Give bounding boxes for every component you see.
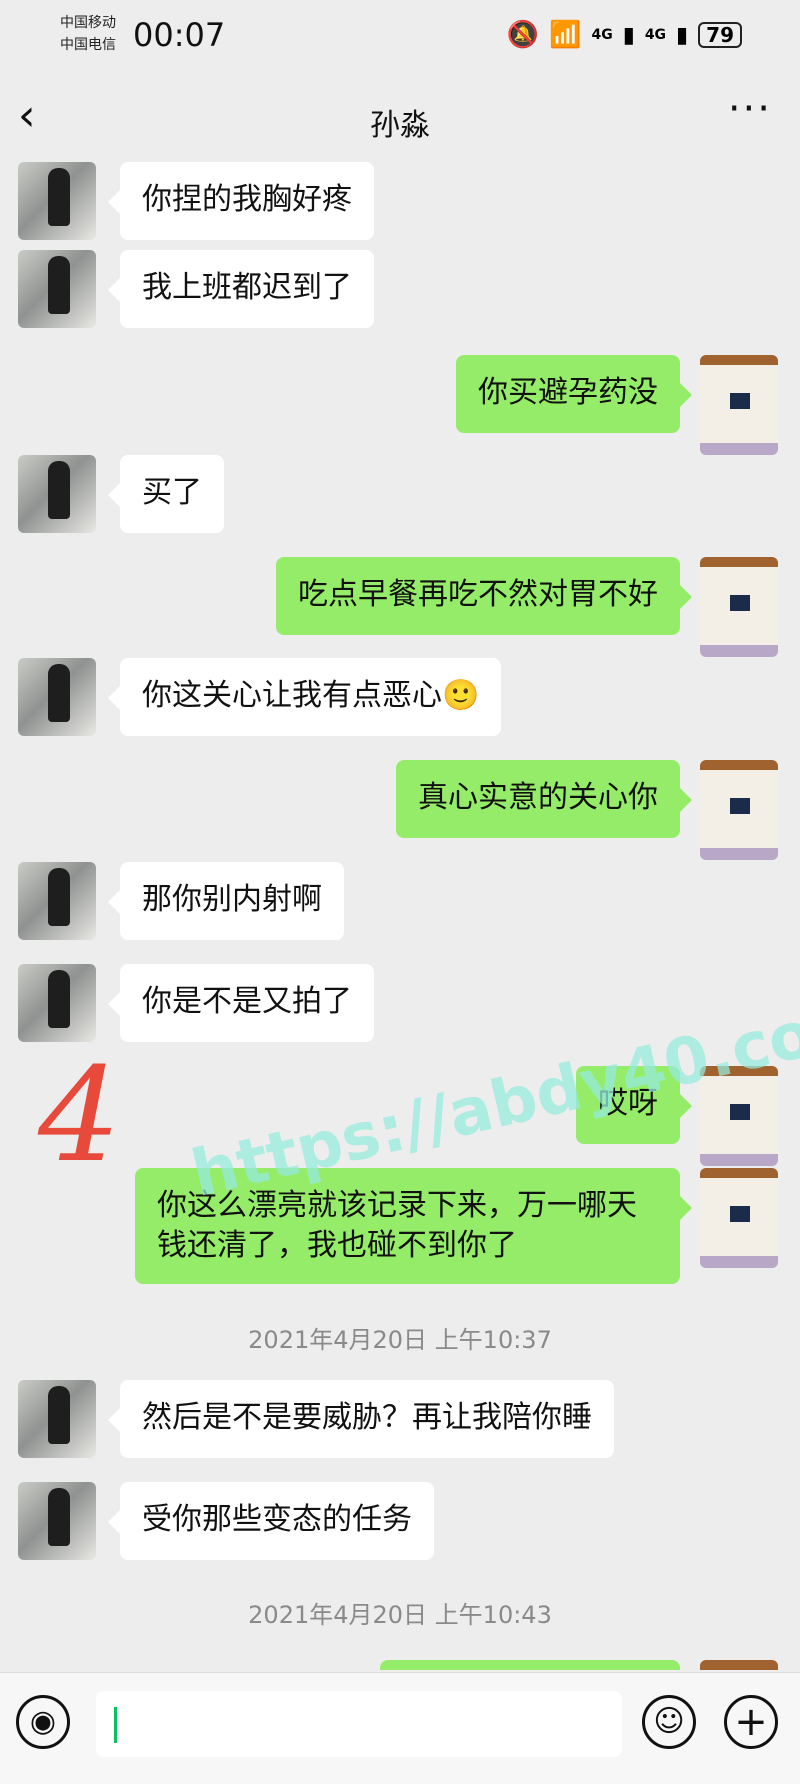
status-time: 00:07 (133, 16, 226, 54)
text-cursor (114, 1707, 117, 1743)
sent-message-bubble[interactable]: 你这么漂亮就该记录下来，万一哪天钱还清了，我也碰不到你了 (135, 1168, 692, 1284)
chat-header: ‹ 孙淼 ··· (0, 80, 800, 160)
timestamp: 2021年4月20日 上午10:43 (248, 1601, 552, 1629)
contact-avatar[interactable] (18, 455, 96, 533)
received-message-bubble[interactable]: 受你那些变态的任务 (108, 1482, 434, 1560)
my-avatar[interactable] (700, 557, 778, 657)
sent-message-bubble[interactable]: 真心实意的关心你 (396, 760, 692, 838)
timestamp: 2021年4月20日 上午10:37 (248, 1326, 552, 1354)
my-avatar[interactable] (700, 1168, 778, 1268)
message-input[interactable] (96, 1691, 622, 1757)
contact-avatar[interactable] (18, 1482, 96, 1560)
contact-avatar[interactable] (18, 862, 96, 940)
received-message-bubble[interactable]: 你这关心让我有点恶心🙂 (107, 658, 502, 736)
signal-2-icon: ▮ (676, 22, 689, 48)
carrier-2: 中国电信 (60, 37, 116, 53)
carrier-1: 中国移动 (60, 15, 116, 31)
contact-avatar[interactable] (18, 964, 96, 1042)
chat-message-list[interactable]: 你捏的我胸好疼 我上班都迟到了 你买避孕药没 买了 吃点早餐再吃不然对胃不好 你… (0, 150, 800, 1670)
sent-message-bubble-partial[interactable] (380, 1660, 680, 1670)
contact-avatar[interactable] (18, 250, 96, 328)
status-icons: 🔕 📶 4G ▮ 4G ▮ 79 (507, 20, 742, 50)
received-message-bubble[interactable]: 我上班都迟到了 (108, 250, 374, 328)
voice-input-icon[interactable]: ◉ (16, 1695, 70, 1749)
received-message-bubble[interactable]: 你是不是又拍了 (108, 964, 374, 1042)
sent-message-bubble[interactable]: 吃点早餐再吃不然对胃不好 (276, 557, 692, 635)
emoji-icon[interactable]: ☺ (642, 1695, 696, 1749)
received-message-bubble[interactable]: 那你别内射啊 (108, 862, 344, 940)
input-bar: ◉ ☺ + (0, 1672, 800, 1784)
wifi-icon: 📶 (549, 20, 582, 50)
carrier-labels: 中国移动 中国电信 (60, 12, 116, 56)
my-avatar[interactable] (700, 1066, 778, 1166)
contact-avatar[interactable] (18, 162, 96, 240)
more-options-icon[interactable]: ··· (728, 86, 772, 132)
received-message-bubble[interactable]: 买了 (108, 455, 224, 533)
my-avatar[interactable] (700, 760, 778, 860)
status-bar: 中国移动 中国电信 00:07 🔕 📶 4G ▮ 4G ▮ 79 (0, 0, 800, 70)
plus-icon[interactable]: + (724, 1695, 778, 1749)
battery-indicator: 79 (698, 22, 742, 48)
chat-title: 孙淼 (370, 108, 430, 143)
sent-message-bubble[interactable]: 你买避孕药没 (456, 355, 692, 433)
sent-message-bubble[interactable]: 哎呀 (576, 1066, 692, 1144)
contact-avatar[interactable] (18, 658, 96, 736)
my-avatar[interactable] (700, 355, 778, 455)
received-message-bubble[interactable]: 然后是不是要威胁？再让我陪你睡 (108, 1380, 614, 1458)
bell-off-icon: 🔕 (506, 20, 540, 50)
received-message-bubble[interactable]: 你捏的我胸好疼 (108, 162, 374, 240)
contact-avatar[interactable] (18, 1380, 96, 1458)
my-avatar[interactable] (700, 1660, 778, 1670)
signal-2-label: 4G (644, 27, 667, 43)
handwritten-annotation: 4 (38, 1039, 121, 1191)
signal-1-label: 4G (591, 27, 613, 43)
signal-1-icon: ▮ (622, 22, 635, 48)
